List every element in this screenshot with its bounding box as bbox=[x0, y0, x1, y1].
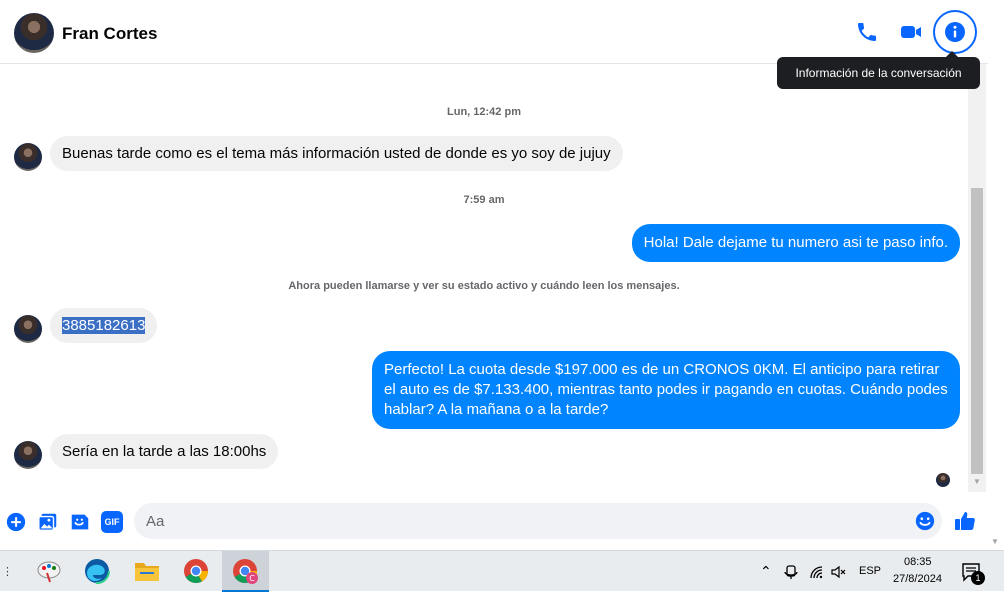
clock-time[interactable]: 08:35 bbox=[904, 556, 932, 568]
contact-name[interactable]: Fran Cortes bbox=[62, 24, 157, 44]
edge-browser-icon[interactable] bbox=[83, 557, 111, 585]
page-scrollbar[interactable]: ▼ bbox=[988, 0, 1004, 550]
sender-avatar[interactable] bbox=[14, 143, 42, 171]
message-input-placeholder: Aa bbox=[146, 513, 165, 530]
windows-taskbar: ⋮ C ⌃ ESP 08:35 27/8/2024 1 bbox=[0, 550, 1004, 592]
message-incoming[interactable]: 3885182613 bbox=[50, 308, 158, 343]
thumbs-up-icon[interactable] bbox=[953, 509, 977, 533]
info-icon[interactable] bbox=[943, 20, 967, 44]
meet-now-icon[interactable] bbox=[784, 564, 798, 580]
file-explorer-icon[interactable] bbox=[133, 557, 161, 585]
timestamp: Lun, 12:42 pm bbox=[447, 106, 521, 118]
taskbar-active-app[interactable]: C bbox=[222, 551, 269, 592]
phone-call-icon[interactable] bbox=[855, 20, 879, 44]
sender-avatar[interactable] bbox=[14, 441, 42, 469]
svg-text:C: C bbox=[249, 574, 255, 583]
video-call-icon[interactable] bbox=[899, 20, 923, 44]
page-scroll-down-arrow[interactable]: ▼ bbox=[991, 537, 999, 546]
plus-circle-icon[interactable] bbox=[5, 511, 27, 533]
wifi-icon[interactable] bbox=[808, 564, 824, 580]
timestamp: 7:59 am bbox=[463, 194, 505, 206]
photo-icon[interactable] bbox=[37, 511, 59, 533]
sticker-icon[interactable] bbox=[69, 511, 91, 533]
input-language[interactable]: ESP bbox=[859, 565, 881, 577]
chat-scrollbar-thumb[interactable] bbox=[971, 188, 983, 474]
speaker-muted-icon[interactable] bbox=[830, 564, 846, 580]
chrome-icon[interactable] bbox=[182, 557, 210, 585]
message-outgoing[interactable]: Hola! Dale dejame tu numero asi te paso … bbox=[631, 224, 960, 262]
gif-button[interactable]: GIF bbox=[101, 511, 123, 533]
read-receipt-avatar bbox=[936, 473, 950, 487]
show-hidden-icons-chevron-icon[interactable]: ⌃ bbox=[760, 563, 772, 580]
info-tooltip: Información de la conversación bbox=[777, 51, 980, 89]
scroll-down-arrow[interactable]: ▼ bbox=[971, 477, 983, 487]
emoji-icon[interactable] bbox=[914, 510, 936, 532]
message-input[interactable]: Aa bbox=[134, 503, 942, 539]
message-incoming[interactable]: Buenas tarde como es el tema más informa… bbox=[50, 136, 623, 171]
chrome-profile-icon[interactable]: C bbox=[231, 557, 259, 585]
sender-avatar[interactable] bbox=[14, 315, 42, 343]
chat-header: Fran Cortes bbox=[0, 0, 988, 64]
selected-text[interactable]: 3885182613 bbox=[62, 317, 146, 334]
paint-app-icon[interactable] bbox=[35, 557, 63, 585]
contact-notice: Ahora pueden llamarse y ver su estado ac… bbox=[288, 280, 680, 292]
taskbar-edge-icon[interactable]: ⋮ bbox=[2, 565, 13, 578]
message-incoming[interactable]: Sería en la tarde a las 18:00hs bbox=[50, 434, 279, 469]
notification-count-badge: 1 bbox=[971, 571, 985, 585]
contact-avatar[interactable] bbox=[14, 13, 54, 53]
clock-date[interactable]: 27/8/2024 bbox=[893, 573, 942, 585]
message-outgoing[interactable]: Perfecto! La cuota desde $197.000 es de … bbox=[372, 351, 960, 429]
